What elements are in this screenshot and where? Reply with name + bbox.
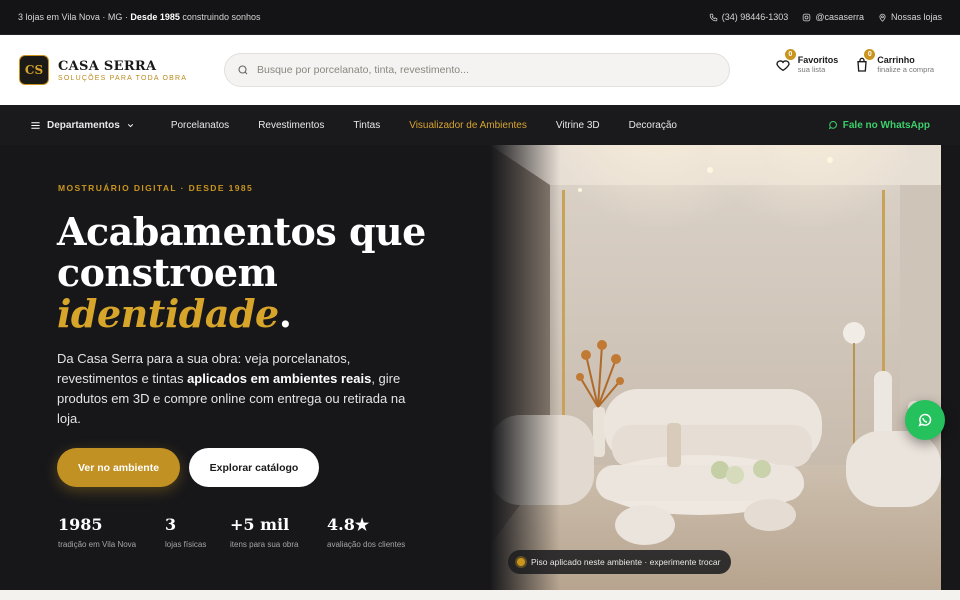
stat-label: lojas físicas — [165, 540, 207, 549]
hero-lead-text: Da Casa Serra para a sua obra: veja porc… — [57, 349, 427, 429]
stat-value: +5 mil — [230, 515, 290, 534]
stat-item: +5 mil itens para sua obra — [230, 515, 310, 549]
phone-icon — [709, 13, 717, 21]
whatsapp-icon — [828, 121, 837, 130]
cart-button[interactable]: 0 Carrinho finalize a compra — [854, 48, 934, 74]
search-icon — [238, 65, 248, 75]
search-bar — [224, 53, 730, 87]
nav-link-revestimentos[interactable]: Revestimentos — [258, 120, 324, 131]
scene-fade-overlay — [490, 145, 560, 590]
headline-line-1: Acabamentos que — [57, 209, 426, 254]
next-section-edge — [0, 590, 960, 600]
cart-subtitle: finalize a compra — [877, 65, 934, 74]
phone-number: (34) 98446-1303 — [721, 12, 789, 22]
site-header: CS CASA SERRA SOLUÇÕES PARA TODA OBRA 0 … — [0, 35, 960, 105]
hero-section: MOSTRUÁRIO DIGITAL · DESDE 1985 Acabamen… — [0, 145, 960, 590]
favorites-button[interactable]: 0 Favoritos sua lista — [775, 48, 839, 74]
hero-eyebrow: MOSTRUÁRIO DIGITAL · DESDE 1985 — [58, 183, 254, 193]
explore-catalog-button[interactable]: Explorar catálogo — [189, 448, 319, 487]
nav-link-tintas[interactable]: Tintas — [353, 120, 380, 131]
whatsapp-floating-button[interactable] — [905, 400, 945, 440]
nav-link-visualizador[interactable]: Visualizador de Ambientes — [409, 120, 527, 131]
store-count-text: 3 lojas em Vila Nova · MG · — [18, 12, 131, 22]
phone-link[interactable]: (34) 98446-1303 — [709, 12, 789, 22]
headline-period: . — [278, 291, 292, 336]
cart-title: Carrinho — [877, 55, 915, 65]
lead-bold: aplicados em ambientes reais — [187, 371, 372, 386]
instagram-handle: @casaserra — [815, 12, 864, 22]
stat-label: itens para sua obra — [230, 540, 299, 549]
whatsapp-nav-label: Fale no WhatsApp — [842, 119, 930, 131]
chevron-down-icon — [127, 123, 133, 127]
stores-link[interactable]: Nossas lojas — [878, 12, 942, 22]
stat-label: avaliação dos clientes — [327, 540, 406, 549]
nav-link-porcelanatos[interactable]: Porcelanatos — [171, 120, 229, 131]
stat-value: 4.8★ — [327, 515, 370, 534]
stat-value: 1985 — [58, 515, 103, 534]
departments-menu-button[interactable]: Departamentos — [30, 120, 135, 131]
view-in-room-button[interactable]: Ver no ambiente — [57, 448, 180, 487]
favorites-title: Favoritos — [797, 55, 839, 65]
departments-label: Departamentos — [47, 119, 120, 131]
nav-link-vitrine-3d[interactable]: Vitrine 3D — [556, 120, 600, 131]
logo-mark: CS — [19, 55, 49, 85]
floor-swap-caption[interactable]: Piso aplicado neste ambiente · experimen… — [508, 550, 732, 574]
stat-item: 4.8★ avaliação dos clientes — [327, 515, 427, 549]
main-navigation: Departamentos Porcelanatos Revestimentos… — [0, 105, 960, 145]
floor-swap-caption-text: Piso aplicado neste ambiente · experimen… — [531, 557, 721, 567]
logo-tagline: SOLUÇÕES PARA TODA OBRA — [58, 74, 188, 82]
stat-label: tradição em Vila Nova — [58, 540, 137, 549]
slogan-text: construindo sonhos — [179, 12, 261, 22]
stat-item: 1985 tradição em Vila Nova — [58, 515, 148, 549]
instagram-link[interactable]: @casaserra — [802, 12, 864, 22]
nav-link-decoracao[interactable]: Decoração — [629, 120, 677, 131]
logo-name: CASA SERRA — [58, 58, 157, 74]
instagram-icon — [803, 13, 811, 21]
location-pin-icon — [879, 13, 886, 22]
search-input[interactable] — [257, 64, 697, 76]
menu-icon — [31, 121, 40, 129]
store-info-text: 3 lojas em Vila Nova · MG · Desde 1985 c… — [18, 12, 709, 22]
favorites-count-badge: 0 — [784, 48, 796, 60]
headline-line-2: constroem — [57, 250, 278, 295]
hero-stats: 1985 tradição em Vila Nova 3 lojas físic… — [58, 515, 427, 549]
cart-count-badge: 0 — [864, 48, 876, 60]
stat-item: 3 lojas físicas — [165, 515, 213, 549]
top-announcement-bar: 3 lojas em Vila Nova · MG · Desde 1985 c… — [0, 0, 960, 35]
whatsapp-nav-link[interactable]: Fale no WhatsApp — [828, 120, 930, 131]
hero-headline: Acabamentos que constroem identidade. — [57, 211, 487, 334]
logo[interactable]: CS CASA SERRA SOLUÇÕES PARA TODA OBRA — [19, 55, 224, 85]
stat-value: 3 — [165, 515, 177, 534]
stores-label: Nossas lojas — [890, 12, 942, 22]
whatsapp-icon — [918, 413, 932, 427]
since-year-text: Desde 1985 — [130, 12, 180, 22]
indicator-dot-icon — [517, 558, 525, 566]
headline-accent: identidade — [57, 291, 279, 336]
favorites-subtitle: sua lista — [797, 65, 826, 74]
